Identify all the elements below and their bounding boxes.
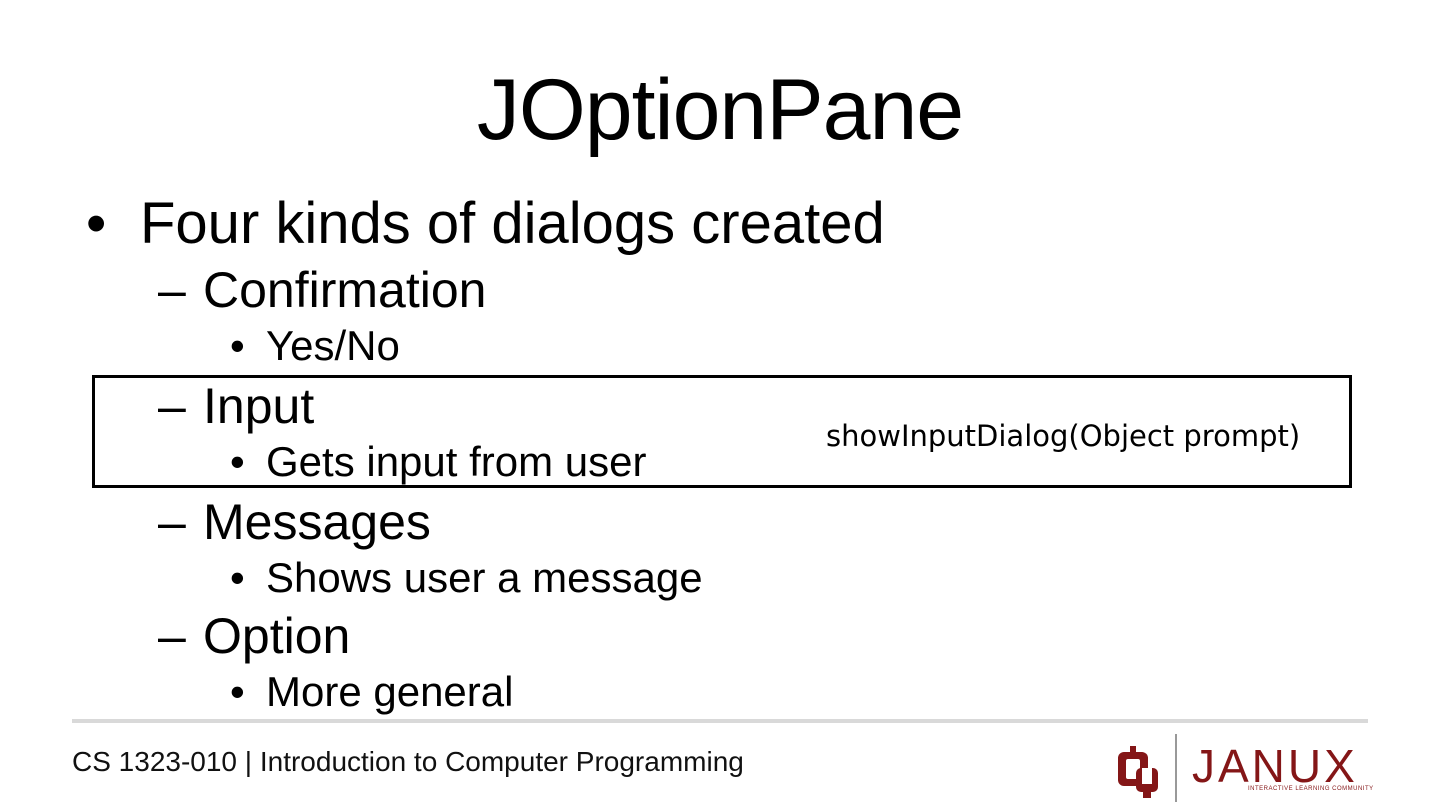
ou-icon [1118, 746, 1158, 798]
sub-messages: Shows user a message [266, 554, 703, 601]
logo-separator [1175, 734, 1177, 802]
sub-bullet-dot: • [230, 554, 245, 601]
footer-divider [72, 719, 1368, 723]
dash: – [158, 262, 186, 318]
item-confirmation: Confirmation [203, 262, 487, 318]
item-messages: Messages [203, 494, 431, 550]
footer-course: CS 1323-010 | Introduction to Computer P… [72, 746, 744, 777]
sub-input: Gets input from user [266, 438, 647, 485]
sub-option: More general [266, 668, 514, 715]
main-bullet: Four kinds of dialogs created [140, 191, 885, 256]
sub-bullet-dot: • [230, 438, 245, 485]
dash: – [158, 608, 186, 664]
sub-bullet-dot: • [230, 322, 245, 369]
item-option: Option [203, 608, 351, 664]
dash: – [158, 494, 186, 550]
sub-bullet-dot: • [230, 668, 245, 715]
janux-logo: JANUX INTERACTIVE LEARNING COMMUNITY [1112, 732, 1382, 802]
janux-tagline: INTERACTIVE LEARNING COMMUNITY [1248, 786, 1374, 792]
bullet-dot: • [86, 191, 107, 256]
sub-confirmation: Yes/No [266, 322, 400, 369]
slide-title: JOptionPane [476, 62, 964, 158]
dash: – [158, 378, 186, 434]
callout-code: showInputDialog(Object prompt) [826, 419, 1301, 453]
janux-wordmark: JANUX [1192, 740, 1358, 792]
item-input: Input [203, 378, 315, 434]
